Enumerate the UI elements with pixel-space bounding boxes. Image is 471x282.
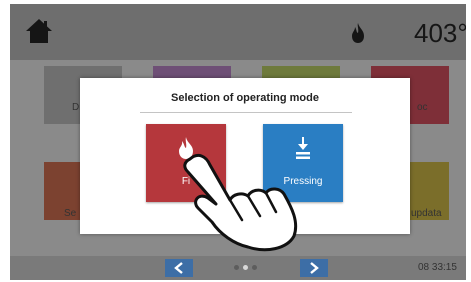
page-indicator [234, 265, 257, 270]
chevron-right-icon [310, 262, 319, 274]
chevron-left-icon [174, 262, 183, 274]
dialog-title: Selection of operating mode [171, 92, 319, 104]
temperature-readout: 403°C [414, 18, 466, 48]
home-icon[interactable] [24, 16, 54, 46]
clock: 08 33:15 [418, 262, 457, 273]
page-dot-active [243, 265, 248, 270]
tile-label: updata [411, 208, 442, 219]
pointing-hand-icon [183, 153, 298, 252]
next-page-button[interactable] [300, 259, 328, 277]
flame-icon [352, 23, 364, 43]
bottom-bar: 08 33:15 [10, 256, 466, 280]
previous-page-button[interactable] [165, 259, 193, 277]
tile-label: oc [417, 102, 428, 113]
divider [140, 112, 352, 113]
top-bar: 403°C [10, 4, 466, 60]
tile-label: Se [64, 208, 77, 219]
page-dot [234, 265, 239, 270]
page-dot [252, 265, 257, 270]
